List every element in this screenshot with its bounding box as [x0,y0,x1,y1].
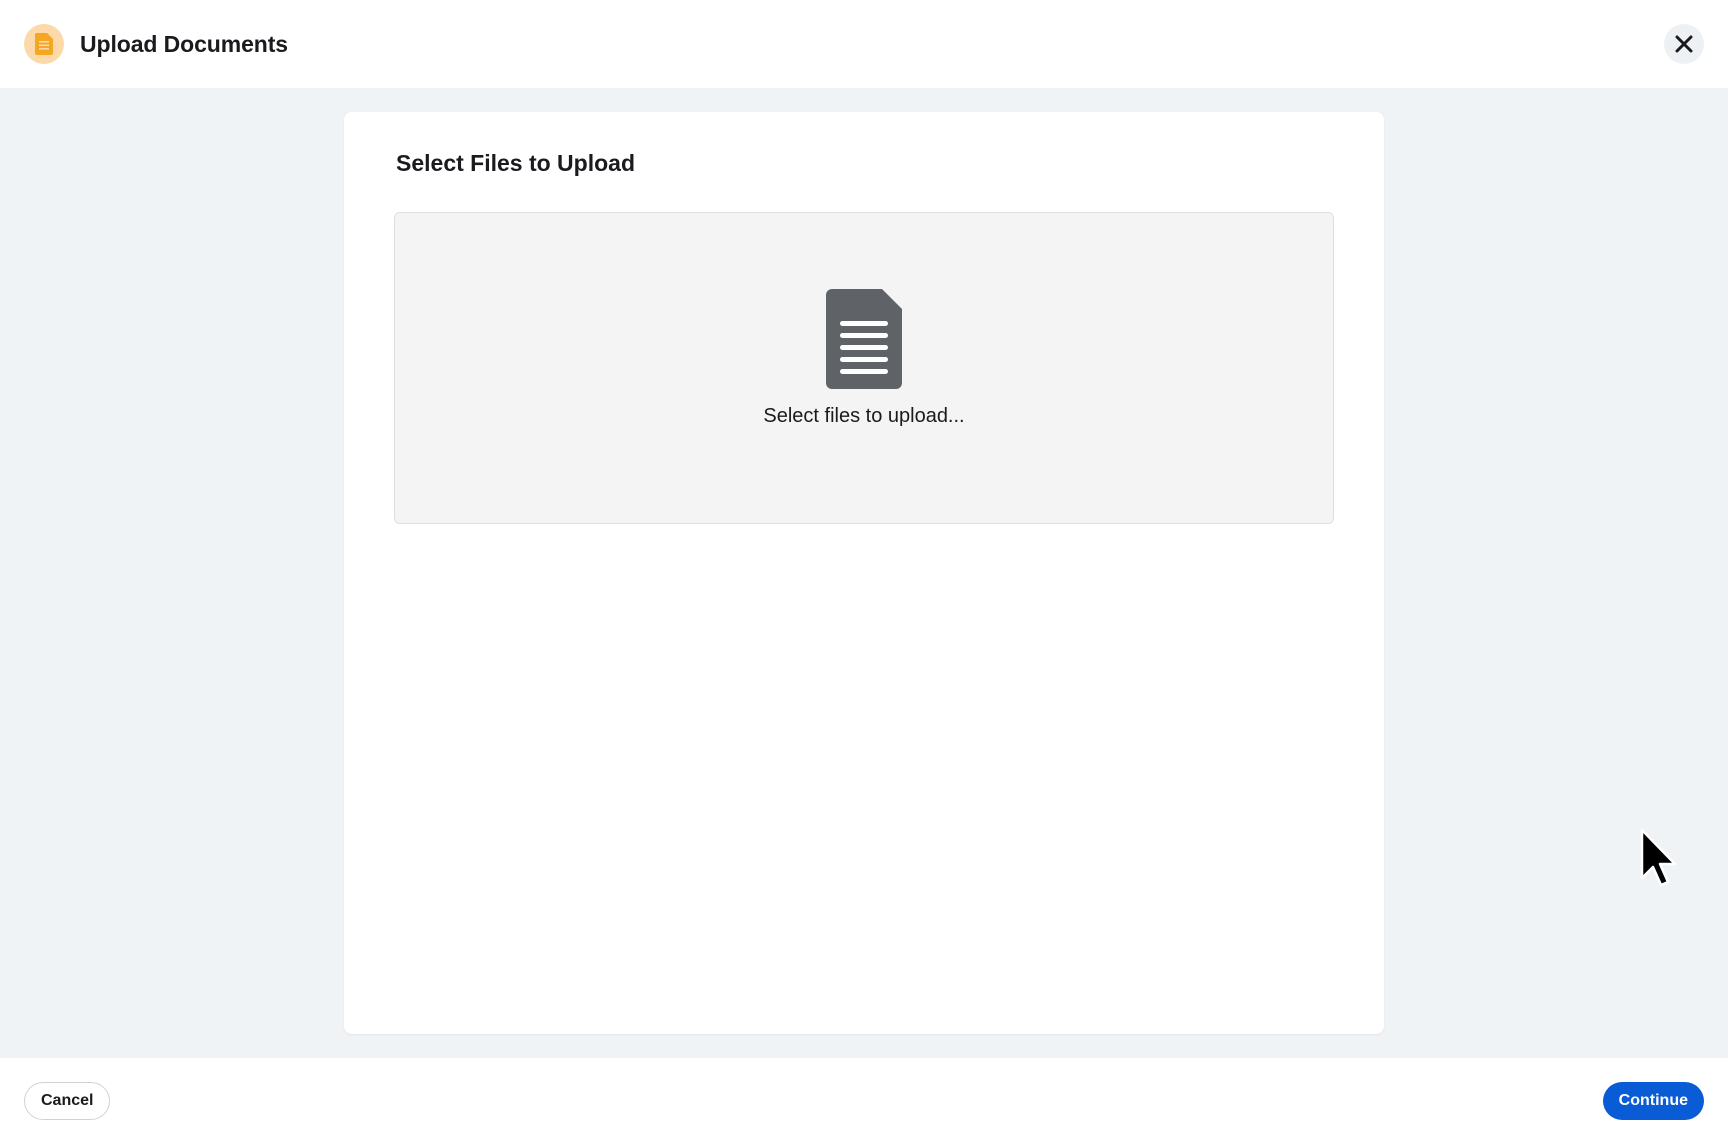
file-dropzone[interactable]: Select files to upload... [394,212,1334,524]
document-icon [826,289,902,389]
close-button[interactable] [1664,24,1704,64]
upload-documents-dialog: Upload Documents Select Files to Upload … [0,0,1728,1144]
content-area: Select Files to Upload Select files to u… [0,88,1728,1058]
document-icon [24,24,64,64]
continue-button[interactable]: Continue [1602,1082,1704,1120]
dropzone-label: Select files to upload... [763,405,965,427]
dialog-header: Upload Documents [0,0,1728,88]
dialog-footer: Cancel Continue [0,1058,1728,1144]
cancel-button[interactable]: Cancel [24,1082,111,1120]
upload-card: Select Files to Upload Select files to u… [344,112,1384,1034]
close-icon [1675,35,1693,53]
dialog-title: Upload Documents [80,30,288,57]
card-title: Select Files to Upload [396,150,635,176]
